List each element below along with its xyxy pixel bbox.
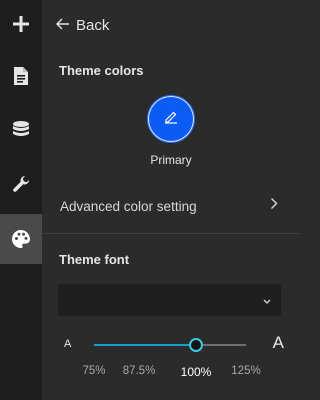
section-divider xyxy=(42,233,300,234)
font-select[interactable] xyxy=(58,284,281,316)
database-icon xyxy=(12,120,30,140)
font-size-tick-1[interactable]: 87.5% xyxy=(123,365,156,377)
font-size-tick-0[interactable]: 75% xyxy=(82,365,105,377)
font-size-tick-2[interactable]: 100% xyxy=(181,365,212,379)
primary-label: Primary xyxy=(150,153,192,167)
side-rail xyxy=(0,0,42,400)
rail-page-button[interactable] xyxy=(0,54,42,98)
chevron-down-icon xyxy=(262,293,272,311)
primary-color-swatch[interactable] xyxy=(147,95,195,143)
theme-font-title: Theme font xyxy=(59,252,130,267)
chevron-right-icon xyxy=(270,197,278,215)
back-button[interactable]: Back xyxy=(56,17,109,34)
font-size-track[interactable] xyxy=(94,338,246,352)
rail-theme-button[interactable] xyxy=(0,214,42,264)
arrow-left-icon xyxy=(56,18,70,33)
font-size-large-glyph: A xyxy=(272,333,284,352)
theme-panel: Back Theme colors Primary Advanced color… xyxy=(42,0,300,400)
advanced-color-setting-row[interactable]: Advanced color setting xyxy=(42,185,300,227)
wrench-icon xyxy=(12,175,30,193)
rail-settings-button[interactable] xyxy=(0,162,42,206)
font-size-tick-3[interactable]: 125% xyxy=(231,365,260,377)
advanced-color-setting-label: Advanced color setting xyxy=(60,198,197,214)
font-size-slider: A A xyxy=(58,333,284,357)
rail-data-button[interactable] xyxy=(0,108,42,152)
back-label: Back xyxy=(76,17,110,34)
theme-colors-title: Theme colors xyxy=(59,63,144,78)
palette-icon xyxy=(11,229,31,249)
font-size-track-fill xyxy=(94,344,196,346)
font-size-thumb[interactable] xyxy=(188,338,203,352)
plus-icon xyxy=(12,15,30,33)
rail-add-button[interactable] xyxy=(0,2,42,46)
document-icon xyxy=(13,66,29,86)
font-size-small-glyph: A xyxy=(64,338,72,350)
font-size-ticks: 75% 87.5% 100% 125% xyxy=(42,365,300,381)
